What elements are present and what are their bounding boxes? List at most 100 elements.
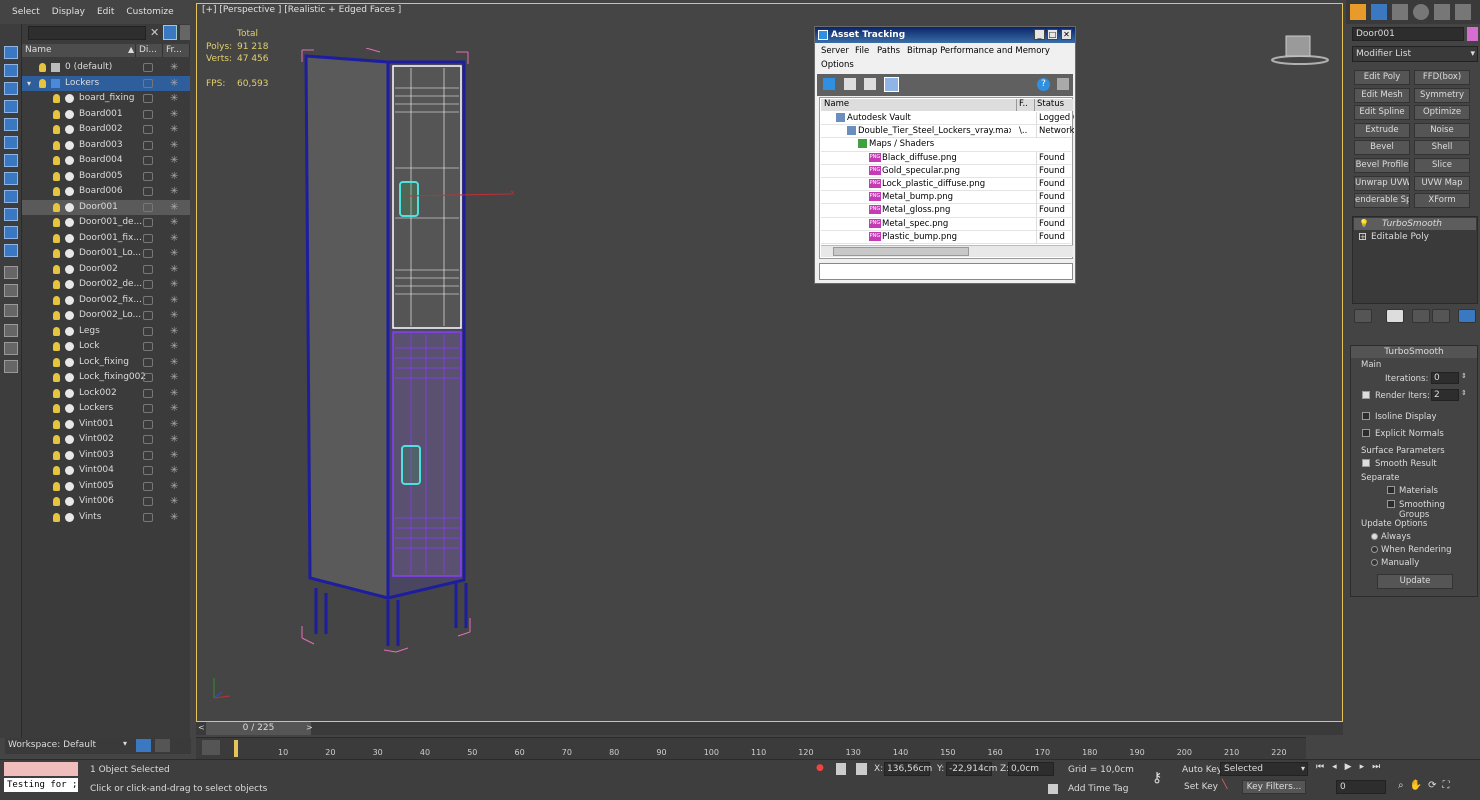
asset-row[interactable]: PNG Plastic_bump.png Found	[821, 230, 1071, 244]
display-shapes-icon[interactable]	[4, 82, 18, 95]
modifier-button[interactable]: Symmetry	[1414, 87, 1470, 103]
display-toggle-icon[interactable]	[143, 233, 153, 243]
display-toggle-icon[interactable]	[143, 94, 153, 103]
display-toggle-icon[interactable]	[143, 311, 153, 320]
current-frame-field[interactable]: 0	[1336, 780, 1386, 794]
display-groups-icon[interactable]	[4, 172, 18, 185]
scene-row[interactable]: Lock_fixing002 ✳	[22, 370, 190, 386]
bulb-icon[interactable]	[53, 202, 60, 212]
table-view-icon[interactable]	[864, 78, 876, 90]
expand-icon[interactable]: +	[1359, 233, 1366, 241]
scene-row[interactable]: Board004 ✳	[22, 153, 190, 169]
bulb-icon[interactable]	[53, 156, 60, 165]
stack-item-editable-poly[interactable]: + Editable Poly	[1354, 231, 1476, 243]
close-button[interactable]: ✕	[1061, 29, 1072, 40]
bulb-icon[interactable]	[53, 311, 60, 320]
display-toggle-icon[interactable]	[143, 481, 153, 491]
display-toggle-icon[interactable]	[143, 419, 153, 429]
display-toggle-icon[interactable]	[143, 264, 153, 274]
bulb-icon[interactable]	[53, 109, 60, 119]
rollout-title[interactable]: TurboSmooth	[1351, 346, 1477, 358]
add-time-tag-button[interactable]: Add Time Tag	[1068, 784, 1128, 794]
scene-row[interactable]: Board005 ✳	[22, 169, 190, 185]
display-toggle-icon[interactable]	[143, 249, 153, 258]
scene-row[interactable]: Door002_de... ✳	[22, 277, 190, 293]
smoothing-groups-checkbox[interactable]	[1387, 500, 1395, 508]
scene-row[interactable]: Door002_Lo... ✳	[22, 308, 190, 324]
freeze-toggle-icon[interactable]: ✳	[170, 417, 178, 433]
track-bar[interactable]: 10 20 30 40 50 60 70 80 90 100 110 120 130 140 150 160 1…	[196, 737, 1306, 759]
display-toggle-icon[interactable]	[143, 373, 153, 382]
collapse-icon[interactable]: ▾	[27, 76, 31, 92]
modifier-button[interactable]: Edit Mesh	[1354, 87, 1410, 103]
remove-modifier-icon[interactable]	[1432, 309, 1450, 323]
show-end-result-icon[interactable]	[1386, 309, 1404, 323]
bulb-icon[interactable]: 💡	[1359, 219, 1369, 228]
column-name[interactable]: Name	[22, 44, 136, 57]
bulb-icon[interactable]	[53, 435, 60, 444]
auto-key-button[interactable]: Auto Key	[1182, 765, 1222, 775]
horizontal-scrollbar[interactable]	[821, 245, 1073, 257]
freeze-toggle-icon[interactable]: ✳	[170, 76, 178, 92]
display-tab-icon[interactable]	[1434, 4, 1450, 20]
modify-tab-icon[interactable]	[1371, 4, 1387, 20]
motion-tab-icon[interactable]	[1413, 4, 1429, 20]
key-icon[interactable]: ⚷	[1152, 770, 1162, 786]
pan-icon[interactable]: ✋	[1410, 780, 1428, 791]
freeze-toggle-icon[interactable]: ✳	[170, 200, 178, 216]
next-frame-icon[interactable]: ▸	[1360, 762, 1373, 772]
scene-row[interactable]: board_fixing ✳	[22, 91, 190, 107]
scene-row[interactable]: Lock ✳	[22, 339, 190, 355]
freeze-toggle-icon[interactable]: ✳	[170, 479, 178, 495]
asset-row[interactable]: PNG Gold_specular.png Found	[821, 164, 1071, 178]
scene-row[interactable]: Door002 ✳	[22, 262, 190, 278]
scene-search-input[interactable]	[28, 26, 146, 40]
set-key-icon[interactable]: ╲	[1222, 780, 1236, 794]
scene-row[interactable]: Legs ✳	[22, 324, 190, 340]
when-rendering-radio[interactable]	[1371, 546, 1378, 553]
freeze-toggle-icon[interactable]: ✳	[170, 463, 178, 479]
bulb-icon[interactable]	[53, 373, 60, 382]
display-cameras-icon[interactable]	[4, 118, 18, 131]
render-iters-spinner[interactable]: 2	[1431, 389, 1459, 401]
filter-icon[interactable]	[4, 304, 18, 317]
find-icon[interactable]	[4, 324, 18, 337]
bulb-icon[interactable]	[53, 497, 60, 506]
freeze-toggle-icon[interactable]: ✳	[170, 60, 178, 76]
display-none-icon[interactable]	[4, 46, 18, 59]
display-toggle-icon[interactable]	[143, 450, 153, 460]
minimize-button[interactable]: _	[1034, 29, 1045, 40]
scene-row[interactable]: ▾ Lockers ✳	[22, 75, 190, 92]
freeze-toggle-icon[interactable]: ✳	[170, 510, 178, 526]
bulb-icon[interactable]	[53, 450, 60, 460]
modifier-button[interactable]: enderable Splin	[1354, 193, 1410, 209]
time-slider-thumb[interactable]: 0 / 225	[206, 722, 311, 735]
make-unique-icon[interactable]	[1412, 309, 1430, 323]
scene-row[interactable]: Lock002 ✳	[22, 386, 190, 402]
asset-row[interactable]: PNG Black_diffuse.png Found	[821, 151, 1071, 165]
modifier-button[interactable]: Extrude	[1354, 122, 1410, 138]
scene-row[interactable]: Board002 ✳	[22, 122, 190, 138]
smooth-result-checkbox[interactable]	[1362, 459, 1370, 467]
modifier-button[interactable]: Slice	[1414, 158, 1470, 173]
maximize-viewport-icon[interactable]: ⛶	[1442, 780, 1455, 791]
maxscript-input[interactable]: Testing for ;	[4, 778, 78, 792]
render-iters-checkbox[interactable]	[1362, 391, 1370, 399]
freeze-toggle-icon[interactable]: ✳	[170, 494, 178, 510]
zoom-icon[interactable]: ⌕	[1398, 780, 1410, 791]
freeze-toggle-icon[interactable]: ✳	[170, 262, 178, 278]
freeze-toggle-icon[interactable]: ✳	[170, 370, 178, 386]
asset-row[interactable]: PNG Metal_bump.png Found	[821, 191, 1071, 205]
asset-col-full-path[interactable]: F..	[1017, 99, 1035, 111]
modifier-button[interactable]: UVW Map	[1414, 175, 1470, 191]
display-toggle-icon[interactable]	[143, 156, 153, 165]
bulb-icon[interactable]	[53, 419, 60, 429]
create-tab-icon[interactable]	[1350, 4, 1366, 20]
locker-model-wireframe[interactable]: x	[296, 48, 526, 658]
asset-col-name[interactable]: Name	[821, 99, 1017, 111]
menu-select[interactable]: Select	[8, 5, 44, 19]
asset-row[interactable]: PNG Metal_gloss.png Found	[821, 204, 1071, 218]
freeze-toggle-icon[interactable]: ✳	[170, 386, 178, 402]
display-toggle-icon[interactable]	[143, 202, 153, 212]
display-invert-icon[interactable]	[4, 284, 18, 297]
